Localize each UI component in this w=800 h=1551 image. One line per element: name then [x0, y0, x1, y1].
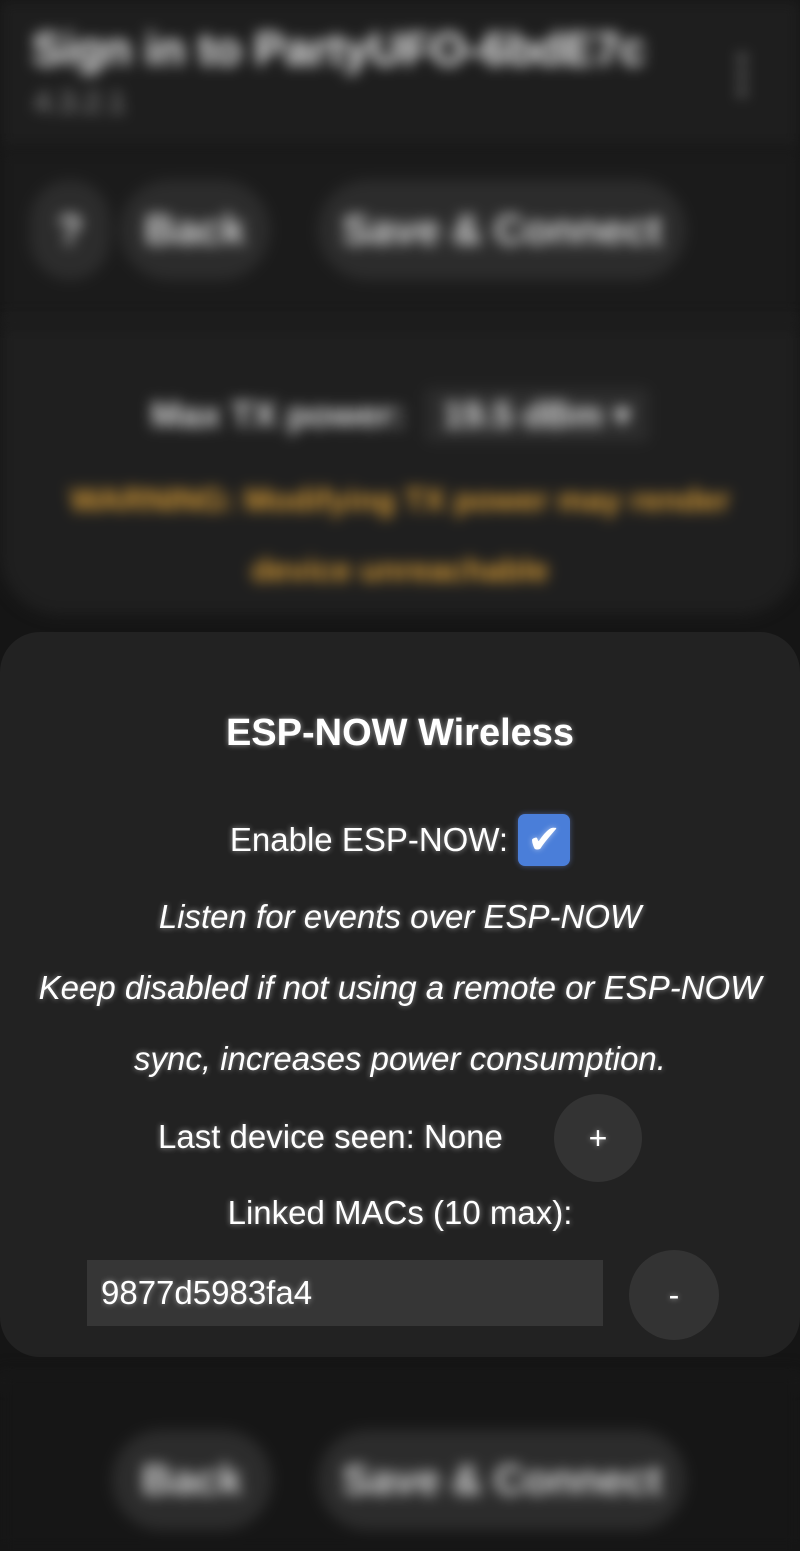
mac-address-input[interactable]	[87, 1260, 603, 1326]
more-vert-icon[interactable]: ⋮	[718, 50, 766, 100]
page: Sign in to PartyUFO-6bdE7c 4.3.2.1 ⋮ ? B…	[0, 0, 800, 1551]
divider	[0, 318, 800, 322]
back-label: Back	[144, 206, 246, 253]
esp-now-description-2: Keep disabled if not using a remote or E…	[38, 969, 762, 1006]
last-device-row: Last device seen: None +	[0, 1094, 800, 1182]
tx-power-row: Max TX power: 19.5 dBm ▾	[0, 385, 800, 445]
esp-now-title: ESP-NOW Wireless	[225, 712, 575, 754]
esp-now-card: ESP-NOW Wireless Enable ESP-NOW: ✔ Liste…	[0, 632, 800, 1357]
plus-icon: +	[588, 1119, 608, 1156]
back-button-bottom[interactable]: Back	[112, 1430, 272, 1530]
remove-mac-button[interactable]: -	[629, 1250, 719, 1340]
enable-esp-now-checkbox[interactable]: ✔	[518, 814, 571, 866]
top-nav: ? Back Save & Connect	[0, 150, 800, 320]
back-button-top[interactable]: Back	[120, 180, 270, 280]
tx-power-card: Max TX power: 19.5 dBm ▾ WARNING: Modify…	[0, 325, 800, 615]
header-title: Sign in to PartyUFO-6bdE7c	[32, 23, 646, 75]
save-connect-button-top[interactable]: Save & Connect	[318, 180, 686, 280]
back-label-bottom: Back	[141, 1456, 243, 1503]
tx-power-select[interactable]: 19.5 dBm ▾	[424, 388, 650, 442]
save-connect-label-bottom: Save & Connect	[342, 1456, 662, 1503]
help-button[interactable]: ?	[30, 180, 110, 280]
enable-esp-now-label: Enable ESP-NOW:	[229, 821, 509, 858]
help-label: ?	[57, 206, 83, 253]
linked-macs-label: Linked MACs (10 max):	[227, 1194, 573, 1231]
last-device-label: Last device seen: None	[158, 1118, 503, 1155]
header-subtitle: 4.3.2.1	[34, 86, 126, 119]
check-icon: ✔	[527, 818, 561, 862]
tx-power-value: 19.5 dBm	[442, 394, 604, 435]
chevron-down-icon: ▾	[613, 394, 632, 435]
footer-nav: Back Save & Connect	[0, 1370, 800, 1551]
save-connect-label: Save & Connect	[342, 206, 662, 253]
enable-esp-now-row: Enable ESP-NOW: ✔	[0, 812, 800, 868]
tx-power-label: Max TX power:	[150, 394, 405, 435]
add-device-button[interactable]: +	[554, 1094, 642, 1182]
app-header: Sign in to PartyUFO-6bdE7c 4.3.2.1 ⋮	[0, 0, 800, 150]
save-connect-button-bottom[interactable]: Save & Connect	[318, 1430, 686, 1530]
minus-icon: -	[668, 1276, 680, 1313]
tx-power-warning: WARNING: Modifying TX power may render d…	[70, 482, 730, 588]
esp-now-description-3: sync, increases power consumption.	[134, 1040, 666, 1077]
esp-now-description-1: Listen for events over ESP-NOW	[158, 898, 642, 935]
